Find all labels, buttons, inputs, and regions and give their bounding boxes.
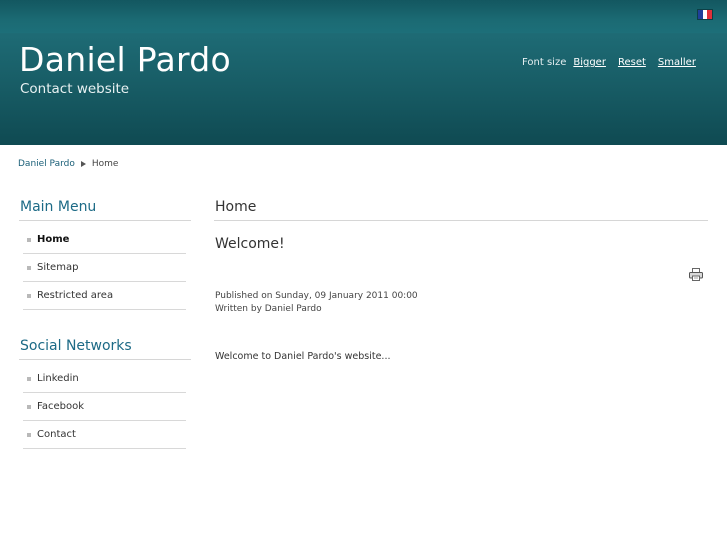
social-item-facebook[interactable]: Facebook (23, 393, 186, 421)
french-flag-icon[interactable] (697, 9, 713, 20)
breadcrumb-current: Home (91, 159, 119, 169)
bullet-icon (27, 376, 31, 381)
menu-item-label: Contact (37, 429, 76, 440)
main-menu-title: Main Menu (20, 199, 97, 215)
main-menu-item-sitemap[interactable]: Sitemap (23, 254, 186, 282)
social-item-linkedin[interactable]: Linkedin (23, 365, 186, 393)
social-networks-divider (19, 359, 191, 360)
social-networks-list: Linkedin Facebook Contact (23, 365, 186, 449)
bullet-icon (27, 265, 31, 270)
top-bar (0, 0, 727, 33)
article-author: Written by Daniel Pardo (215, 304, 322, 314)
font-bigger-link[interactable]: Bigger (573, 57, 606, 68)
social-networks-title: Social Networks (20, 338, 132, 354)
menu-item-label: Sitemap (37, 262, 79, 273)
font-size-label: Font size (522, 57, 567, 68)
breadcrumb-arrow-icon (80, 161, 86, 167)
social-item-contact[interactable]: Contact (23, 421, 186, 449)
page-title-divider (214, 220, 708, 221)
article-body: Welcome to Daniel Pardo's website... (215, 351, 391, 362)
site-subtitle: Contact website (20, 81, 130, 97)
main-menu-item-home[interactable]: Home (23, 226, 186, 254)
breadcrumb: Daniel Pardo Home (18, 159, 118, 169)
menu-item-label: Facebook (37, 401, 84, 412)
bullet-icon (27, 237, 31, 242)
menu-item-label: Restricted area (37, 290, 114, 301)
font-reset-link[interactable]: Reset (618, 57, 646, 68)
printer-icon[interactable] (689, 268, 703, 281)
main-menu-divider (19, 220, 191, 221)
font-smaller-link[interactable]: Smaller (658, 57, 696, 68)
menu-item-label: Linkedin (37, 373, 79, 384)
site-title[interactable]: Daniel Pardo (19, 40, 231, 79)
main-menu-item-restricted-area[interactable]: Restricted area (23, 282, 186, 310)
bullet-icon (27, 432, 31, 437)
font-size-controls: Font size Bigger Reset Smaller (522, 57, 696, 68)
page-title: Home (215, 199, 257, 215)
bullet-icon (27, 404, 31, 409)
breadcrumb-root-link[interactable]: Daniel Pardo (18, 159, 75, 169)
article-title: Welcome! (215, 236, 285, 252)
menu-item-label: Home (37, 234, 70, 245)
main-menu-list: Home Sitemap Restricted area (23, 226, 186, 310)
article-published-date: Published on Sunday, 09 January 2011 00:… (215, 291, 418, 301)
bullet-icon (27, 293, 31, 298)
